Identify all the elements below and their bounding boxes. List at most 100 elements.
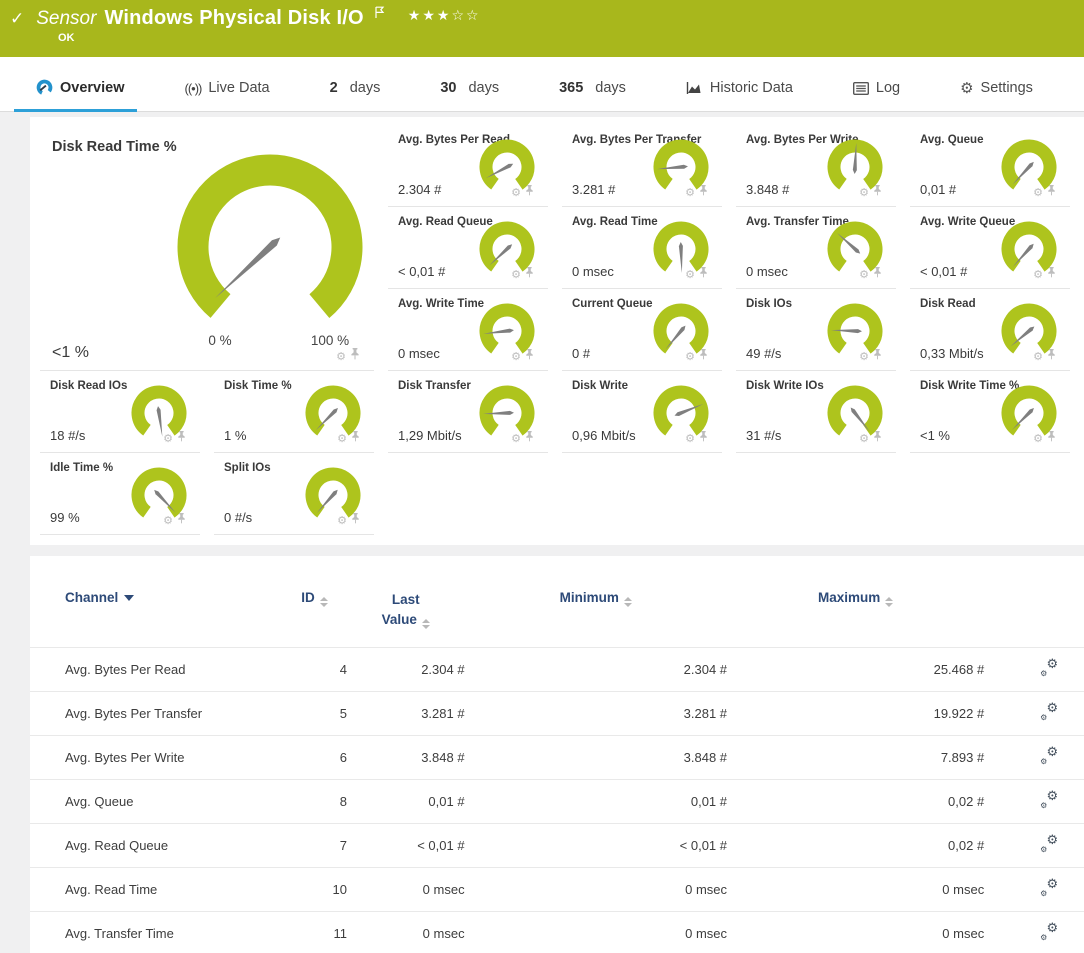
gauge-pin-icon[interactable] <box>873 429 882 447</box>
channel-settings-icon[interactable]: ⚙⚙ <box>1040 879 1058 897</box>
cell-channel[interactable]: Avg. Queue <box>30 779 282 823</box>
column-header-maximum[interactable]: Maximum <box>727 576 984 647</box>
channel-gauge-card[interactable]: Disk Write 0,96 Mbit/s ⚙ <box>562 371 722 453</box>
channel-settings-icon[interactable]: ⚙⚙ <box>1040 835 1058 853</box>
cell-channel[interactable]: Avg. Bytes Per Write <box>30 735 282 779</box>
channel-gauge-card[interactable]: Disk Read 0,33 Mbit/s ⚙ <box>910 289 1070 371</box>
channel-gauge-card[interactable]: Avg. Write Queue < 0,01 # ⚙ <box>910 207 1070 289</box>
gauge-pin-icon[interactable] <box>873 347 882 365</box>
channel-gauge-card[interactable]: Avg. Bytes Per Transfer 3.281 # ⚙ <box>562 125 722 207</box>
cell-channel[interactable]: Avg. Transfer Time <box>30 911 282 953</box>
tab-365-days[interactable]: 365 days <box>553 66 632 111</box>
column-header-last-value[interactable]: Last Value <box>347 576 465 647</box>
cell-channel[interactable]: Avg. Bytes Per Transfer <box>30 691 282 735</box>
cell-id: 10 <box>282 867 347 911</box>
gauge-icon <box>36 79 53 96</box>
gauge-settings-icon[interactable]: ⚙ <box>336 351 346 362</box>
tab-settings[interactable]: ⚙ Settings <box>954 66 1039 111</box>
gauge-pin-icon[interactable] <box>177 429 186 447</box>
gauge-pin-icon[interactable] <box>699 183 708 201</box>
cell-last-value: 0 msec <box>347 911 465 953</box>
channel-settings-icon[interactable]: ⚙⚙ <box>1040 659 1058 677</box>
gauge-settings-icon[interactable]: ⚙ <box>1033 187 1043 198</box>
channel-gauge-card[interactable]: Idle Time % 99 % ⚙ <box>40 453 200 535</box>
gauge-settings-icon[interactable]: ⚙ <box>337 433 347 444</box>
gauge-pin-icon[interactable] <box>873 183 882 201</box>
gauge-settings-icon[interactable]: ⚙ <box>163 433 173 444</box>
gauge-settings-icon[interactable]: ⚙ <box>511 433 521 444</box>
channel-gauge-card[interactable]: Avg. Read Queue < 0,01 # ⚙ <box>388 207 548 289</box>
channel-value: 0,01 # <box>920 182 956 197</box>
gauge-settings-icon[interactable]: ⚙ <box>511 269 521 280</box>
gauge-pin-icon[interactable] <box>699 265 708 283</box>
gauge-settings-icon[interactable]: ⚙ <box>685 269 695 280</box>
column-header-minimum[interactable]: Minimum <box>465 576 727 647</box>
flag-icon[interactable] <box>374 6 386 24</box>
tab-2-days[interactable]: 2 days <box>324 66 387 111</box>
channel-settings-icon[interactable]: ⚙⚙ <box>1040 747 1058 765</box>
cell-channel[interactable]: Avg. Read Time <box>30 867 282 911</box>
gauge-settings-icon[interactable]: ⚙ <box>859 351 869 362</box>
cell-last-value: < 0,01 # <box>347 823 465 867</box>
gauge-pin-icon[interactable] <box>873 265 882 283</box>
gauge-pin-icon[interactable] <box>351 429 360 447</box>
priority-stars[interactable]: ★★★☆☆ <box>408 8 481 24</box>
channel-gauge-card[interactable]: Split IOs 0 #/s ⚙ <box>214 453 374 535</box>
gauge-pin-icon[interactable] <box>1047 347 1056 365</box>
gauge-settings-icon[interactable]: ⚙ <box>685 187 695 198</box>
channel-gauge-card[interactable]: Avg. Bytes Per Read 2.304 # ⚙ <box>388 125 548 207</box>
channel-gauge-card[interactable]: Disk Write IOs 31 #/s ⚙ <box>736 371 896 453</box>
gauge-pin-icon[interactable] <box>177 511 186 529</box>
gauge-settings-icon[interactable]: ⚙ <box>859 433 869 444</box>
gauge-settings-icon[interactable]: ⚙ <box>511 187 521 198</box>
primary-channel-gauge-card[interactable]: Disk Read Time % 0 % 100 % <1 % ⚙ <box>40 125 374 371</box>
gauge-settings-icon[interactable]: ⚙ <box>685 433 695 444</box>
channel-value: 18 #/s <box>50 428 85 443</box>
gauge-settings-icon[interactable]: ⚙ <box>337 515 347 526</box>
channel-gauge-card[interactable]: Disk Transfer 1,29 Mbit/s ⚙ <box>388 371 548 453</box>
gauge-settings-icon[interactable]: ⚙ <box>859 187 869 198</box>
tab-30-days[interactable]: 30 days <box>434 66 505 111</box>
channel-gauge-card[interactable]: Disk Read IOs 18 #/s ⚙ <box>40 371 200 453</box>
channel-gauge-card[interactable]: Disk IOs 49 #/s ⚙ <box>736 289 896 371</box>
channel-gauge-card[interactable]: Disk Time % 1 % ⚙ <box>214 371 374 453</box>
gauge-settings-icon[interactable]: ⚙ <box>511 351 521 362</box>
gauge-pin-icon[interactable] <box>525 183 534 201</box>
gauge-settings-icon[interactable]: ⚙ <box>859 269 869 280</box>
gauge-settings-icon[interactable]: ⚙ <box>1033 433 1043 444</box>
cell-channel[interactable]: Avg. Read Queue <box>30 823 282 867</box>
column-header-id[interactable]: ID <box>282 576 347 647</box>
gauge-pin-icon[interactable] <box>351 511 360 529</box>
gauge-pin-icon[interactable] <box>1047 429 1056 447</box>
cell-channel[interactable]: Avg. Bytes Per Read <box>30 647 282 691</box>
tab-overview[interactable]: Overview <box>30 65 131 111</box>
channel-settings-icon[interactable]: ⚙⚙ <box>1040 703 1058 721</box>
gauge-settings-icon[interactable]: ⚙ <box>1033 351 1043 362</box>
sensor-header: ✓ Sensor Windows Physical Disk I/O ★★★☆☆… <box>0 0 1084 57</box>
gauge-pin-icon[interactable] <box>699 429 708 447</box>
tab-live-data[interactable]: ((•)) Live Data <box>178 66 275 111</box>
gauge-pin-icon[interactable] <box>350 347 360 365</box>
channel-gauge-card[interactable]: Avg. Queue 0,01 # ⚙ <box>910 125 1070 207</box>
gauge-settings-icon[interactable]: ⚙ <box>163 515 173 526</box>
tab-log[interactable]: Log <box>847 66 906 111</box>
channel-gauge-card[interactable]: Avg. Write Time 0 msec ⚙ <box>388 289 548 371</box>
gauge-pin-icon[interactable] <box>525 347 534 365</box>
gauge-pin-icon[interactable] <box>525 265 534 283</box>
gauge-pin-icon[interactable] <box>1047 265 1056 283</box>
channel-gauge-card[interactable]: Current Queue 0 # ⚙ <box>562 289 722 371</box>
gauge-pin-icon[interactable] <box>1047 183 1056 201</box>
channel-gauge-card[interactable]: Disk Write Time % <1 % ⚙ <box>910 371 1070 453</box>
gauge-pin-icon[interactable] <box>699 347 708 365</box>
column-header-channel[interactable]: Channel <box>30 576 282 647</box>
tab-historic-data[interactable]: Historic Data <box>680 66 799 111</box>
gauge-pin-icon[interactable] <box>525 429 534 447</box>
table-row: Avg. Read Time 10 0 msec 0 msec 0 msec ⚙… <box>30 867 1084 911</box>
channel-settings-icon[interactable]: ⚙⚙ <box>1040 791 1058 809</box>
channel-gauge-card[interactable]: Avg. Bytes Per Write 3.848 # ⚙ <box>736 125 896 207</box>
gauge-settings-icon[interactable]: ⚙ <box>1033 269 1043 280</box>
channel-gauge-card[interactable]: Avg. Read Time 0 msec ⚙ <box>562 207 722 289</box>
gauge-settings-icon[interactable]: ⚙ <box>685 351 695 362</box>
channel-gauge-card[interactable]: Avg. Transfer Time 0 msec ⚙ <box>736 207 896 289</box>
channel-settings-icon[interactable]: ⚙⚙ <box>1040 923 1058 941</box>
